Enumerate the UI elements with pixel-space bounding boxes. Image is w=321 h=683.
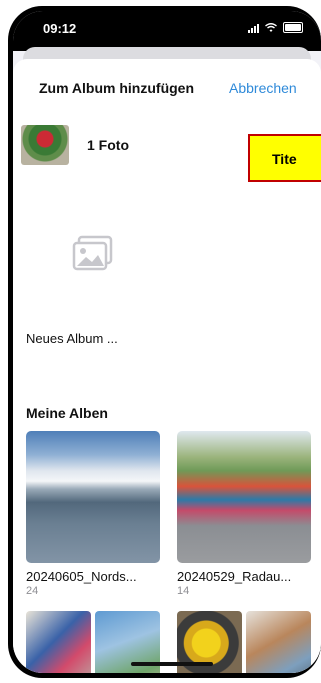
album-cover — [26, 431, 160, 563]
home-indicator — [131, 662, 213, 666]
album-name: 20240605_Nords... — [26, 569, 137, 584]
album-count: 14 — [177, 585, 190, 597]
my-albums-heading: Meine Alben — [26, 405, 108, 421]
phone-frame: 09:12 Zum Album hinzufügen Abbrechen 1 F… — [8, 6, 321, 678]
status-bar: 09:12 — [13, 11, 321, 51]
album-count: 24 — [26, 585, 39, 597]
new-album-button[interactable]: Neues Album ... — [26, 331, 118, 346]
new-album-photo-icon[interactable] — [71, 235, 115, 273]
screen: 09:12 Zum Album hinzufügen Abbrechen 1 F… — [13, 11, 321, 673]
cancel-button[interactable]: Abbrechen — [229, 80, 297, 96]
album-cover-tile — [246, 611, 311, 673]
tooltip-text: Tite — [272, 151, 297, 167]
signal-icon — [248, 23, 259, 33]
battery-icon — [283, 22, 303, 33]
wifi-icon — [265, 22, 277, 32]
sheet-header: Zum Album hinzufügen Abbrechen — [13, 77, 321, 101]
status-icons — [248, 22, 303, 33]
status-time: 09:12 — [43, 21, 77, 36]
selected-photo-count: 1 Foto — [87, 137, 129, 153]
selected-photo-thumbnail — [21, 125, 69, 165]
album-cover — [177, 431, 311, 563]
title-tooltip-overlay: Tite — [248, 134, 321, 182]
album-cover-tile — [26, 611, 91, 673]
album-card[interactable]: 20240605_Nords... 24 — [26, 431, 160, 597]
album-name: 20240529_Radau... — [177, 569, 292, 584]
sheet-title: Zum Album hinzufügen — [39, 80, 195, 96]
album-card[interactable]: 20240529_Radau... 14 — [177, 431, 311, 597]
